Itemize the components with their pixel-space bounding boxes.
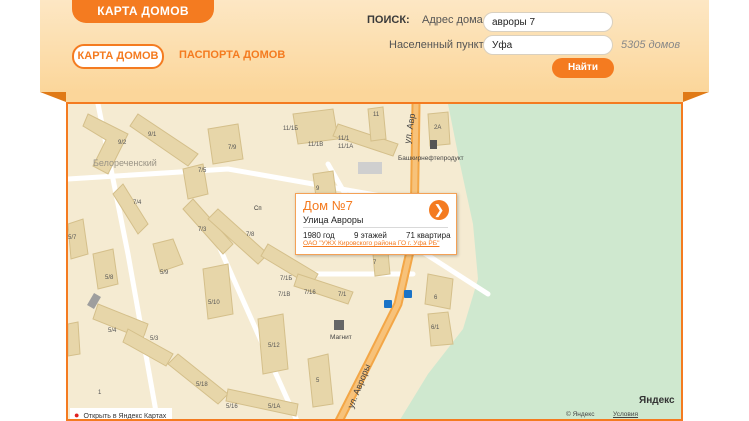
svg-text:11: 11 bbox=[373, 112, 380, 118]
svg-text:5/12: 5/12 bbox=[268, 343, 280, 349]
svg-text:7/1: 7/1 bbox=[338, 292, 347, 298]
yandex-logo: Яндекс bbox=[639, 395, 675, 406]
svg-text:11/1В: 11/1В bbox=[308, 142, 323, 148]
svg-text:7/5: 7/5 bbox=[198, 168, 207, 174]
svg-text:5/8: 5/8 bbox=[105, 275, 114, 281]
svg-text:5/16: 5/16 bbox=[226, 404, 238, 410]
svg-text:5/4: 5/4 bbox=[108, 328, 117, 334]
svg-text:Башкирнефтепродукт: Башкирнефтепродукт bbox=[398, 155, 464, 162]
chevron-right-icon[interactable]: ❯ bbox=[429, 200, 449, 220]
house-count: 5305 домов bbox=[621, 39, 681, 51]
svg-text:5/9: 5/9 bbox=[160, 270, 169, 276]
popup-apartments: 71 квартира bbox=[406, 231, 451, 240]
svg-text:5/10: 5/10 bbox=[208, 300, 220, 306]
nav-tab-map[interactable]: КАРТА ДОМОВ bbox=[72, 44, 164, 69]
svg-text:7/1Б: 7/1Б bbox=[280, 276, 292, 282]
find-button[interactable]: Найти bbox=[552, 58, 614, 78]
svg-text:7/9: 7/9 bbox=[228, 145, 237, 151]
popup-street: Улица Авроры bbox=[303, 215, 364, 225]
svg-text:7/16: 7/16 bbox=[304, 290, 316, 296]
svg-text:7/8: 7/8 bbox=[246, 232, 255, 238]
svg-text:11/1Б: 11/1Б bbox=[283, 126, 298, 132]
site-logo[interactable]: КАРТА ДОМОВ bbox=[72, 0, 214, 23]
popup-title: Дом №7 bbox=[303, 198, 353, 213]
search-label: ПОИСК: bbox=[367, 14, 410, 26]
svg-text:7/4: 7/4 bbox=[133, 200, 142, 206]
map-canvas[interactable]: 9/1 9/2 7/9 7/5 7/4 7/3 5/7 5/8 5/9 5/10… bbox=[68, 104, 683, 421]
svg-text:7/1В: 7/1В bbox=[278, 292, 290, 298]
svg-text:11/1: 11/1 bbox=[338, 136, 350, 142]
copyright: © Яндекс bbox=[566, 411, 595, 418]
terms-link[interactable]: Условия использования bbox=[613, 411, 681, 419]
svg-text:6/1: 6/1 bbox=[431, 325, 440, 331]
address-label: Адрес дома bbox=[422, 14, 483, 26]
map[interactable]: 9/1 9/2 7/9 7/5 7/4 7/3 5/7 5/8 5/9 5/10… bbox=[66, 102, 683, 421]
open-in-yandex-label: Открыть в Яндекс Картах bbox=[83, 413, 167, 420]
shop-icon bbox=[334, 320, 344, 330]
svg-text:5/18: 5/18 bbox=[196, 382, 208, 388]
svg-text:9/1: 9/1 bbox=[148, 132, 157, 138]
svg-text:7/3: 7/3 bbox=[198, 227, 207, 233]
svg-text:Сп: Сп bbox=[254, 206, 262, 212]
svg-text:2А: 2А bbox=[434, 125, 441, 131]
popup-year: 1980 год bbox=[303, 231, 335, 240]
svg-text:5/7: 5/7 bbox=[68, 235, 77, 241]
city-label: Населенный пункт bbox=[389, 39, 484, 51]
header-fold-right bbox=[683, 92, 709, 102]
address-input[interactable] bbox=[483, 12, 613, 32]
header-band bbox=[66, 92, 683, 102]
gas-station-icon bbox=[430, 140, 437, 149]
nav-tab-passports[interactable]: ПАСПОРТА ДОМОВ bbox=[179, 49, 285, 61]
city-input[interactable] bbox=[483, 35, 613, 55]
map-pin-icon: ● bbox=[74, 410, 80, 420]
header-fold-left bbox=[40, 92, 66, 102]
popup-divider bbox=[303, 227, 448, 228]
svg-text:9/2: 9/2 bbox=[118, 140, 127, 146]
svg-text:11/1А: 11/1А bbox=[338, 144, 353, 150]
open-in-yandex-link[interactable]: ● Открыть в Яндекс Картах bbox=[70, 408, 173, 420]
svg-text:Магнит: Магнит bbox=[330, 334, 352, 341]
svg-text:5/1А: 5/1А bbox=[268, 404, 280, 410]
popup-floors: 9 этажей bbox=[354, 231, 387, 240]
district-label: Белореченский bbox=[93, 158, 157, 168]
svg-text:5/3: 5/3 bbox=[150, 336, 159, 342]
house-popup: Дом №7 Улица Авроры ❯ 1980 год 9 этажей … bbox=[295, 193, 457, 255]
popup-company-link[interactable]: ОАО "УЖХ Кировского района ГО г. Уфа РБ" bbox=[303, 240, 439, 247]
